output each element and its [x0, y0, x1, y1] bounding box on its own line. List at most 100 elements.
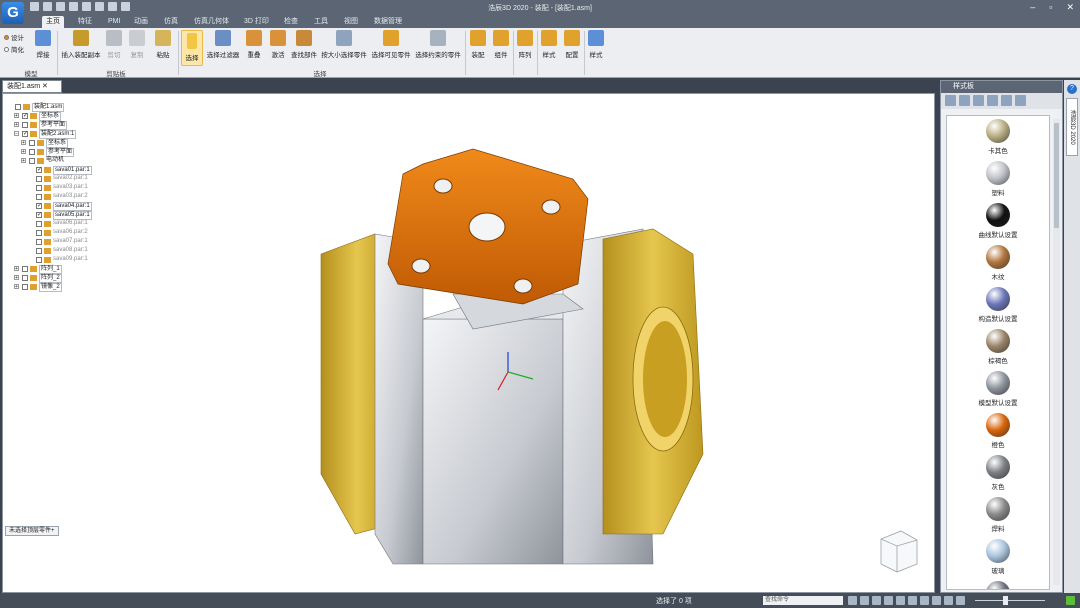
material-item[interactable]: 卡其色 — [947, 119, 1049, 158]
zoom-slider-knob[interactable] — [1003, 596, 1008, 605]
overlap-button[interactable]: 重叠 — [244, 30, 264, 59]
maximize-icon[interactable]: ▫ — [1049, 2, 1052, 13]
document-tab[interactable]: 装配1.asm ✕ — [2, 80, 62, 93]
visibility-checkbox[interactable] — [22, 283, 28, 290]
tab-inspect[interactable]: 检查 — [280, 16, 302, 28]
material-item[interactable]: 塑料 — [947, 161, 1049, 200]
material-item[interactable]: 橙色 — [947, 413, 1049, 452]
pattern-button[interactable]: 阵列 — [515, 30, 535, 59]
visibility-checkbox[interactable] — [22, 112, 28, 121]
tab-home[interactable]: 主页 — [42, 16, 64, 28]
tab-simulation[interactable]: 仿真 — [160, 16, 182, 28]
activate-button[interactable]: 激活 — [268, 30, 288, 59]
view-tool-icon[interactable] — [848, 596, 857, 605]
material-item[interactable]: 构造默认设置 — [947, 287, 1049, 326]
assemble-button[interactable]: 装配 — [468, 30, 488, 59]
view-tool-icon[interactable] — [872, 596, 881, 605]
valve-assembly-model[interactable] — [3, 94, 934, 592]
expand-toggle-icon[interactable]: + — [21, 158, 26, 164]
visibility-checkbox[interactable] — [36, 220, 42, 227]
side-tab-app[interactable]: 浩辰3D 2020 — [1066, 98, 1078, 156]
tab-pmi[interactable]: PMI — [104, 16, 124, 28]
visibility-checkbox[interactable] — [36, 175, 42, 182]
visibility-checkbox[interactable] — [22, 265, 28, 272]
visibility-checkbox[interactable] — [36, 247, 42, 254]
select-filter-button[interactable]: 选择过滤器 — [205, 30, 241, 59]
expand-toggle-icon[interactable]: + — [14, 122, 19, 128]
palette-tool-icon[interactable] — [973, 95, 984, 106]
select-visible-button[interactable]: 选择可见零件 — [370, 30, 412, 59]
material-item[interactable]: 模型默认设置 — [947, 371, 1049, 410]
visibility-checkbox[interactable] — [36, 229, 42, 236]
expand-toggle-icon[interactable]: + — [14, 266, 19, 272]
expand-toggle-icon[interactable]: + — [21, 140, 26, 146]
select-button[interactable]: 选择 — [181, 30, 203, 66]
help-icon[interactable]: ? — [1067, 84, 1077, 94]
tab-sim-geometry[interactable]: 仿真几何体 — [190, 16, 233, 28]
visibility-checkbox[interactable] — [36, 184, 42, 191]
tab-animation[interactable]: 动画 — [130, 16, 152, 28]
unselected-top-level-notice[interactable]: 未选择顶层零件+ — [5, 526, 59, 536]
expand-toggle-icon[interactable]: + — [21, 149, 26, 155]
style-button[interactable]: 样式 — [539, 30, 559, 59]
visibility-checkbox[interactable] — [29, 148, 35, 155]
view-tool-icon[interactable] — [884, 596, 893, 605]
visibility-checkbox[interactable] — [29, 157, 35, 164]
view-tool-icon[interactable] — [956, 596, 965, 605]
palette-tool-icon[interactable] — [1001, 95, 1012, 106]
material-list-scrollbar[interactable] — [1053, 119, 1060, 585]
view-tool-icon[interactable] — [944, 596, 953, 605]
tab-3d-print[interactable]: 3D 打印 — [240, 16, 273, 28]
config-button[interactable]: 配置 — [562, 30, 582, 59]
material-item[interactable]: 玻璃 — [947, 539, 1049, 578]
visibility-checkbox[interactable] — [36, 193, 42, 200]
up-arrow-icon[interactable] — [1066, 596, 1075, 605]
material-item[interactable]: 灰色 — [947, 455, 1049, 494]
view-tool-icon[interactable] — [896, 596, 905, 605]
visibility-checkbox[interactable] — [36, 166, 42, 175]
material-item[interactable]: 玻璃纤维 — [947, 581, 1049, 589]
visibility-checkbox[interactable] — [36, 238, 42, 245]
tab-features[interactable]: 特征 — [74, 16, 96, 28]
copy-button[interactable]: 复制 — [127, 30, 147, 59]
expand-toggle-icon[interactable]: − — [14, 131, 19, 137]
palette-tool-icon[interactable] — [1015, 95, 1026, 106]
find-part-button[interactable]: 查找部件 — [290, 30, 318, 59]
palette-tool-icon[interactable] — [945, 95, 956, 106]
visibility-checkbox[interactable] — [36, 211, 42, 220]
view-navigation-cube[interactable] — [880, 530, 918, 573]
style-2-button[interactable]: 样式 — [586, 30, 606, 59]
view-tool-icon[interactable] — [920, 596, 929, 605]
visibility-checkbox[interactable] — [29, 139, 35, 146]
minimize-icon[interactable]: – — [1030, 2, 1035, 13]
select-constrained-button[interactable]: 选择约束的零件 — [414, 30, 462, 59]
paste-button[interactable]: 粘贴 — [152, 30, 174, 59]
palette-tool-icon[interactable] — [959, 95, 970, 106]
view-tool-icon[interactable] — [860, 596, 869, 605]
cut-button[interactable]: 剪切 — [104, 30, 124, 59]
material-item[interactable]: 焊料 — [947, 497, 1049, 536]
view-tool-icon[interactable] — [932, 596, 941, 605]
material-item[interactable]: 棕褐色 — [947, 329, 1049, 368]
command-search-input[interactable]: 查找命令 — [763, 596, 843, 605]
mode-simplify-radio[interactable]: 简化 — [4, 44, 24, 54]
visibility-checkbox[interactable] — [36, 256, 42, 263]
assembly-arrange-button[interactable]: 组件 — [491, 30, 511, 59]
insert-assembly-copy-button[interactable]: 插入装配副本 — [60, 30, 102, 59]
tab-data-management[interactable]: 数据管理 — [370, 16, 406, 28]
scrollbar-thumb[interactable] — [1054, 123, 1059, 228]
visibility-checkbox[interactable] — [22, 121, 28, 128]
mode-design-radio[interactable]: 设计 — [4, 32, 24, 42]
visibility-checkbox[interactable] — [36, 202, 42, 211]
palette-tool-icon[interactable] — [987, 95, 998, 106]
visibility-checkbox[interactable] — [15, 103, 21, 110]
3d-viewport[interactable]: 装配1.asm+坐标系+参考平面−装配2.asm:1+坐标系+参考平面+电动机s… — [2, 93, 935, 593]
close-icon[interactable]: ✕ — [1066, 2, 1074, 13]
view-tool-icon[interactable] — [908, 596, 917, 605]
material-item[interactable]: 曲线默认设置 — [947, 203, 1049, 242]
close-tab-icon[interactable]: ✕ — [42, 83, 48, 90]
expand-toggle-icon[interactable]: + — [14, 113, 19, 119]
tab-tools[interactable]: 工具 — [310, 16, 332, 28]
visibility-checkbox[interactable] — [22, 130, 28, 139]
expand-toggle-icon[interactable]: + — [14, 275, 19, 281]
